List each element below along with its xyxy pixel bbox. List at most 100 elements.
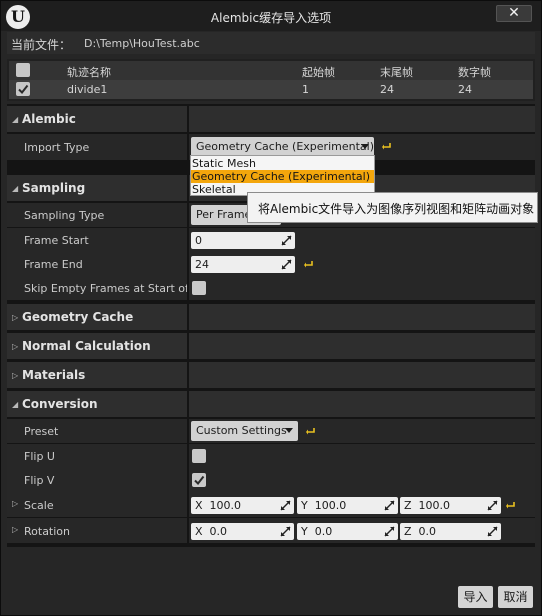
track-end-frame: 24: [380, 83, 394, 96]
frame-end-value: 24: [195, 258, 209, 271]
property-label: Flip V: [24, 474, 55, 487]
preset-value: Custom Settings: [196, 424, 287, 437]
import-type-dropdown-menu: Static Mesh Geometry Cache (Experimental…: [190, 155, 375, 196]
cancel-button[interactable]: 取消: [498, 586, 533, 608]
rotation-x-input[interactable]: X 0.0: [191, 523, 294, 540]
frame-start-input[interactable]: 0: [191, 232, 295, 249]
menu-item-geometry-cache[interactable]: Geometry Cache (Experimental): [191, 170, 374, 183]
section-alembic[interactable]: ◢ Alembic: [7, 106, 535, 132]
flip-u-checkbox[interactable]: [192, 449, 206, 463]
axis-label: Z: [404, 499, 412, 512]
current-file-label: 当前文件：: [11, 38, 72, 52]
scale-y-input[interactable]: Y 100.0: [297, 497, 398, 514]
rotation-y-input[interactable]: Y 0.0: [297, 523, 398, 540]
check-icon: [18, 84, 29, 95]
property-label: Flip U: [24, 450, 55, 463]
section-normal-calculation[interactable]: ▷ Normal Calculation: [7, 333, 535, 359]
resize-arrows-icon: [384, 526, 395, 537]
column-splitter[interactable]: [187, 104, 189, 547]
column-header-end-frame[interactable]: 末尾帧: [380, 64, 413, 80]
collapsed-arrow-icon: ▷: [12, 342, 19, 351]
table-row[interactable]: divide1 1 24 24: [9, 80, 533, 99]
resize-arrows-icon: [384, 500, 395, 511]
section-title: Materials: [22, 368, 86, 382]
select-all-checkbox[interactable]: [16, 63, 30, 77]
axis-label: X: [195, 525, 203, 538]
scale-y-value: 100.0: [314, 499, 347, 512]
collapsed-arrow-icon: ▷: [12, 499, 19, 508]
import-type-value: Geometry Cache (Experimental): [196, 140, 374, 153]
property-flip-v: Flip V: [7, 468, 535, 492]
collapsed-arrow-icon: ▷: [12, 371, 19, 380]
skip-empty-frames-checkbox[interactable]: [192, 281, 206, 295]
property-label: Skip Empty Frames at Start of A: [24, 282, 187, 295]
track-name: divide1: [67, 83, 108, 96]
property-label: Sampling Type: [24, 209, 105, 222]
section-title: Conversion: [22, 397, 98, 411]
expanded-arrow-icon: ◢: [12, 400, 19, 409]
section-conversion[interactable]: ◢ Conversion: [7, 391, 535, 417]
section-materials[interactable]: ▷ Materials: [7, 362, 535, 388]
rotation-x-value: 0.0: [209, 525, 228, 538]
property-label: Frame Start: [24, 234, 89, 247]
tooltip: 将Alembic文件导入为图像序列视图和矩阵动画对象: [247, 192, 538, 223]
column-header-track-name[interactable]: 轨迹名称: [67, 64, 111, 80]
section-title: Geometry Cache: [22, 310, 134, 324]
property-label: Import Type: [24, 141, 90, 154]
resize-arrows-icon: [280, 500, 291, 511]
track-checkbox[interactable]: [16, 82, 30, 96]
section-title: Sampling: [22, 181, 86, 195]
import-button[interactable]: 导入: [458, 586, 493, 608]
preset-combo[interactable]: Custom Settings: [191, 421, 298, 441]
property-skip-empty-frames: Skip Empty Frames at Start of A: [7, 276, 535, 300]
expanded-arrow-icon: ◢: [12, 115, 19, 124]
column-header-frame-count[interactable]: 数字帧: [458, 64, 491, 80]
reset-to-default-icon[interactable]: [303, 258, 315, 270]
current-file-bar: 当前文件： D:\Temp\HouTest.abc: [7, 32, 535, 54]
rotation-z-value: 0.0: [418, 525, 437, 538]
property-label: Scale: [24, 499, 54, 512]
axis-label: Y: [301, 499, 308, 512]
resize-arrows-icon: [281, 235, 292, 246]
resize-arrows-icon: [487, 500, 498, 511]
current-file-path: D:\Temp\HouTest.abc: [84, 37, 200, 50]
close-icon: ✕: [508, 5, 520, 21]
flip-v-checkbox[interactable]: [192, 473, 206, 487]
frame-end-input[interactable]: 24: [191, 256, 295, 273]
axis-label: X: [195, 499, 203, 512]
scale-z-value: 100.0: [418, 499, 451, 512]
check-icon: [194, 475, 205, 486]
track-frame-count: 24: [458, 83, 472, 96]
resize-arrows-icon: [487, 526, 498, 537]
tooltip-text: 将Alembic文件导入为图像序列视图和矩阵动画对象: [258, 202, 535, 216]
resize-arrows-icon: [281, 259, 292, 270]
tracks-table: 轨迹名称 起始帧 末尾帧 数字帧 divide1 1 24 24: [7, 59, 535, 101]
title-bar[interactable]: U Alembic缓存导入选项 ✕: [1, 1, 541, 31]
scale-x-input[interactable]: X 100.0: [191, 497, 294, 514]
axis-label: Y: [301, 525, 308, 538]
scale-z-input[interactable]: Z 100.0: [400, 497, 501, 514]
rotation-z-input[interactable]: Z 0.0: [400, 523, 501, 540]
reset-to-default-icon[interactable]: [505, 499, 517, 511]
sampling-type-value: Per Frame: [196, 208, 252, 221]
close-button[interactable]: ✕: [496, 5, 532, 22]
reset-to-default-icon[interactable]: [305, 425, 317, 437]
section-geometry-cache[interactable]: ▷ Geometry Cache: [7, 304, 535, 330]
section-title: Normal Calculation: [22, 339, 151, 353]
collapsed-arrow-icon: ▷: [12, 313, 19, 322]
expanded-arrow-icon: ◢: [12, 184, 19, 193]
reset-to-default-icon[interactable]: [381, 140, 393, 152]
resize-arrows-icon: [280, 526, 291, 537]
menu-item-static-mesh[interactable]: Static Mesh: [191, 157, 374, 170]
axis-label: Z: [404, 525, 412, 538]
import-type-combo[interactable]: Geometry Cache (Experimental): [191, 137, 374, 157]
collapsed-arrow-icon: ▷: [12, 525, 19, 534]
window-title: Alembic缓存导入选项: [210, 11, 332, 25]
column-header-start-frame[interactable]: 起始帧: [302, 64, 335, 80]
property-flip-u: Flip U: [7, 444, 535, 468]
table-header: 轨迹名称 起始帧 末尾帧 数字帧: [9, 61, 533, 80]
track-start-frame: 1: [302, 83, 309, 96]
frame-start-value: 0: [195, 234, 202, 247]
scale-x-value: 100.0: [209, 499, 242, 512]
chevron-down-icon: [361, 144, 369, 149]
